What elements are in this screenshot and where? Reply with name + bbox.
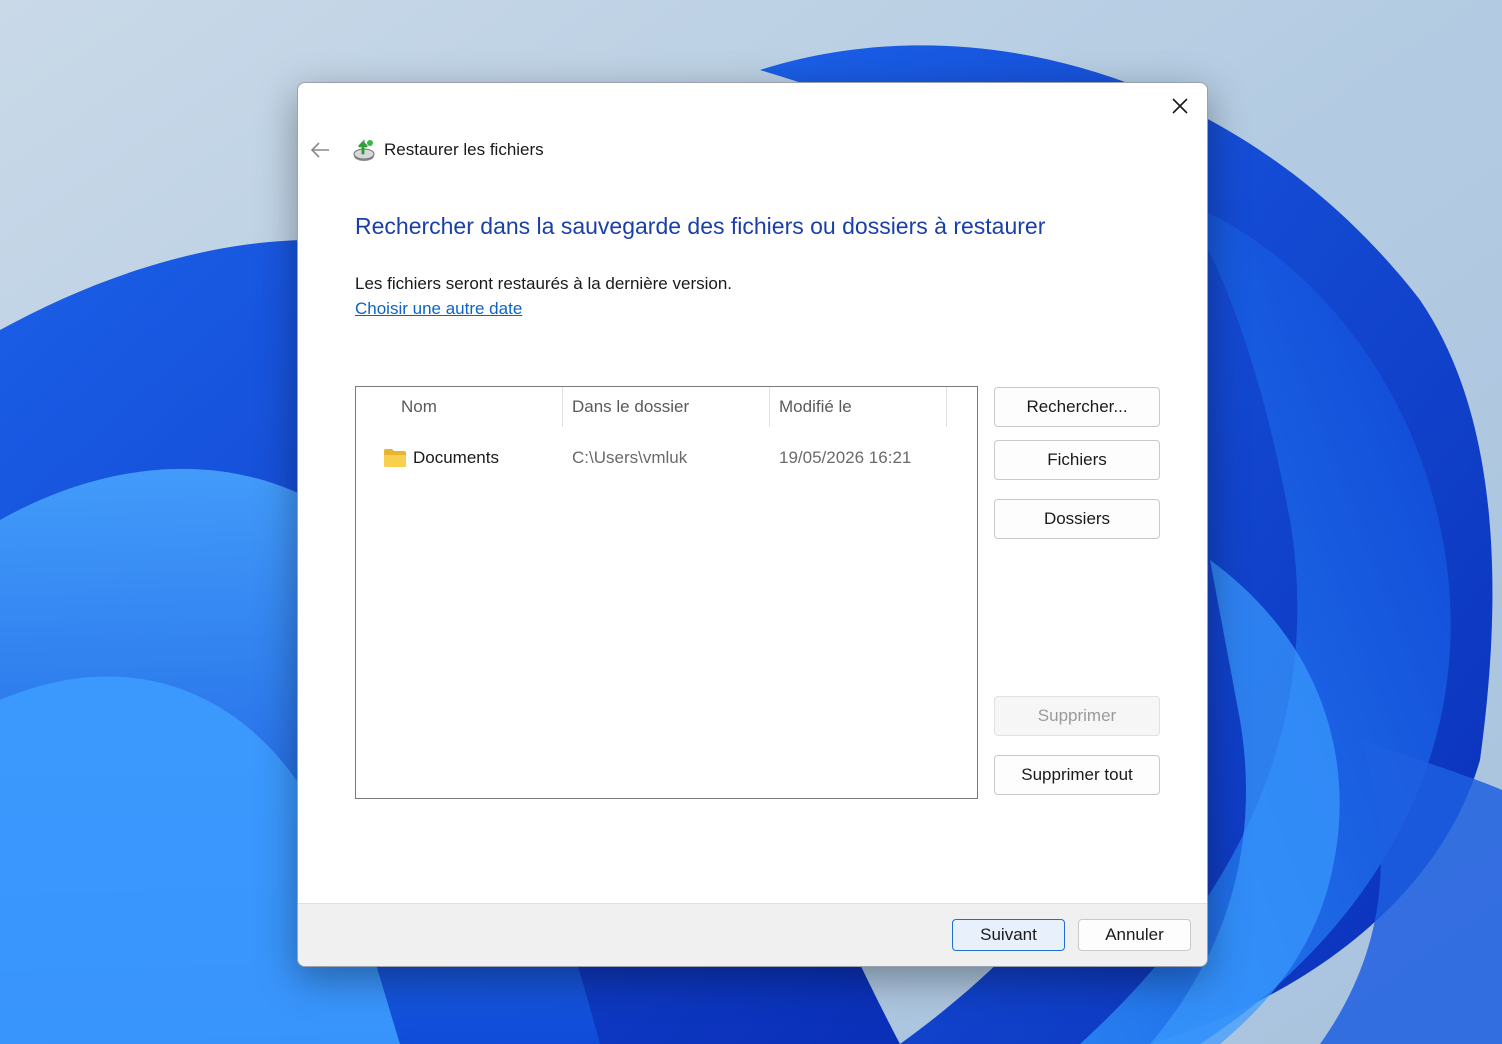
column-header-folder[interactable]: Dans le dossier: [572, 387, 762, 427]
back-button[interactable]: [308, 138, 332, 162]
add-folders-button[interactable]: Dossiers: [994, 499, 1160, 539]
column-separator: [769, 387, 770, 427]
item-modified: 19/05/2026 16:21: [779, 448, 912, 467]
restore-files-dialog: Restaurer les fichiers Rechercher dans l…: [297, 82, 1208, 967]
files-list[interactable]: Nom Dans le dossier Modifié le Documents…: [355, 386, 978, 799]
next-button[interactable]: Suivant: [952, 919, 1065, 951]
close-icon: [1172, 98, 1188, 114]
info-text: Les fichiers seront restaurés à la derni…: [355, 274, 733, 293]
search-button[interactable]: Rechercher...: [994, 387, 1160, 427]
choose-other-date-link[interactable]: Choisir une autre date: [355, 299, 522, 319]
remove-button[interactable]: Supprimer: [994, 696, 1160, 736]
column-header-name[interactable]: Nom: [401, 387, 561, 427]
remove-all-button[interactable]: Supprimer tout: [994, 755, 1160, 795]
close-button[interactable]: [1167, 93, 1193, 119]
column-header-modified[interactable]: Modifié le: [779, 387, 939, 427]
column-separator: [562, 387, 563, 427]
cancel-button[interactable]: Annuler: [1078, 919, 1191, 951]
dialog-title: Restaurer les fichiers: [384, 140, 544, 159]
add-files-button[interactable]: Fichiers: [994, 440, 1160, 480]
restore-files-icon: [353, 139, 375, 161]
folder-icon: [384, 449, 406, 467]
column-separator: [946, 387, 947, 427]
page-heading: Rechercher dans la sauvegarde des fichie…: [355, 213, 1046, 239]
list-item[interactable]: Documents C:\Users\vmluk 19/05/2026 16:2…: [356, 439, 977, 477]
back-arrow-icon: [310, 142, 329, 158]
item-folder: C:\Users\vmluk: [572, 448, 688, 467]
item-name: Documents: [413, 448, 499, 467]
dialog-footer: Suivant Annuler: [298, 903, 1207, 966]
